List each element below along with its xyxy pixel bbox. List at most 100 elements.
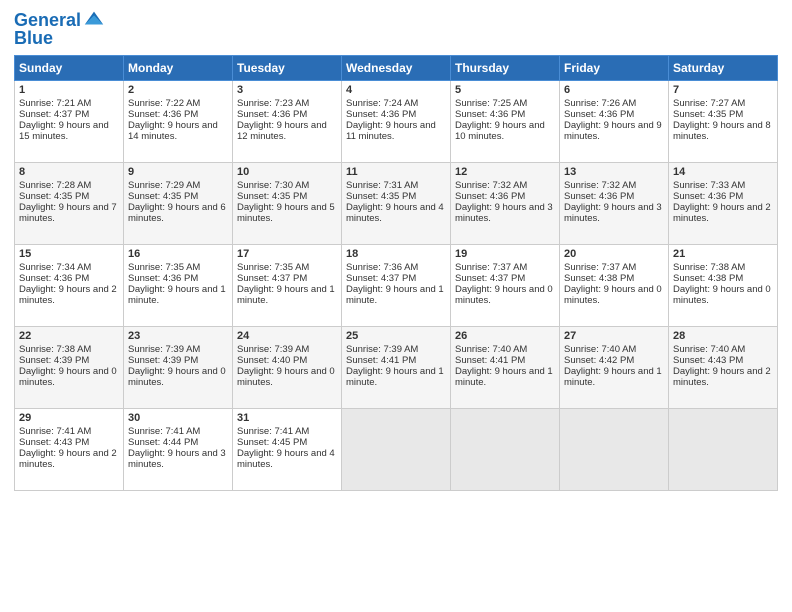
day-number: 16 <box>128 248 228 260</box>
calendar-day-cell: 21 Sunrise: 7:38 AM Sunset: 4:38 PM Dayl… <box>669 245 778 327</box>
sunrise-text: Sunrise: 7:28 AM <box>19 180 91 191</box>
daylight-text: Daylight: 9 hours and 0 minutes. <box>673 284 771 306</box>
day-number: 30 <box>128 412 228 424</box>
calendar-day-cell: 18 Sunrise: 7:36 AM Sunset: 4:37 PM Dayl… <box>342 245 451 327</box>
sunrise-text: Sunrise: 7:38 AM <box>673 262 745 273</box>
daylight-text: Daylight: 9 hours and 6 minutes. <box>128 202 226 224</box>
sunset-text: Sunset: 4:36 PM <box>128 273 198 284</box>
calendar-day-cell: 1 Sunrise: 7:21 AM Sunset: 4:37 PM Dayli… <box>15 81 124 163</box>
daylight-text: Daylight: 9 hours and 1 minute. <box>346 284 444 306</box>
calendar-day-cell: 9 Sunrise: 7:29 AM Sunset: 4:35 PM Dayli… <box>124 163 233 245</box>
calendar-day-cell <box>451 409 560 491</box>
sunrise-text: Sunrise: 7:37 AM <box>455 262 527 273</box>
sunset-text: Sunset: 4:35 PM <box>237 191 307 202</box>
day-of-week-header: Wednesday <box>342 56 451 81</box>
calendar-week-row: 1 Sunrise: 7:21 AM Sunset: 4:37 PM Dayli… <box>15 81 778 163</box>
day-number: 26 <box>455 330 555 342</box>
sunset-text: Sunset: 4:37 PM <box>346 273 416 284</box>
sunrise-text: Sunrise: 7:29 AM <box>128 180 200 191</box>
header-row: SundayMondayTuesdayWednesdayThursdayFrid… <box>15 56 778 81</box>
daylight-text: Daylight: 9 hours and 1 minute. <box>237 284 335 306</box>
sunset-text: Sunset: 4:36 PM <box>237 109 307 120</box>
daylight-text: Daylight: 9 hours and 0 minutes. <box>455 284 553 306</box>
daylight-text: Daylight: 9 hours and 11 minutes. <box>346 120 436 142</box>
sunrise-text: Sunrise: 7:21 AM <box>19 98 91 109</box>
day-of-week-header: Tuesday <box>233 56 342 81</box>
sunrise-text: Sunrise: 7:39 AM <box>237 344 309 355</box>
sunset-text: Sunset: 4:41 PM <box>346 355 416 366</box>
day-number: 23 <box>128 330 228 342</box>
day-of-week-header: Sunday <box>15 56 124 81</box>
calendar-day-cell: 7 Sunrise: 7:27 AM Sunset: 4:35 PM Dayli… <box>669 81 778 163</box>
day-number: 19 <box>455 248 555 260</box>
sunrise-text: Sunrise: 7:22 AM <box>128 98 200 109</box>
calendar-day-cell: 25 Sunrise: 7:39 AM Sunset: 4:41 PM Dayl… <box>342 327 451 409</box>
sunrise-text: Sunrise: 7:35 AM <box>237 262 309 273</box>
day-number: 11 <box>346 166 446 178</box>
calendar-day-cell: 2 Sunrise: 7:22 AM Sunset: 4:36 PM Dayli… <box>124 81 233 163</box>
sunrise-text: Sunrise: 7:25 AM <box>455 98 527 109</box>
daylight-text: Daylight: 9 hours and 2 minutes. <box>19 284 117 306</box>
sunrise-text: Sunrise: 7:39 AM <box>346 344 418 355</box>
sunset-text: Sunset: 4:35 PM <box>673 109 743 120</box>
logo-blue: Blue <box>14 28 105 49</box>
sunset-text: Sunset: 4:38 PM <box>564 273 634 284</box>
calendar-day-cell: 22 Sunrise: 7:38 AM Sunset: 4:39 PM Dayl… <box>15 327 124 409</box>
daylight-text: Daylight: 9 hours and 3 minutes. <box>455 202 553 224</box>
day-number: 27 <box>564 330 664 342</box>
calendar-week-row: 8 Sunrise: 7:28 AM Sunset: 4:35 PM Dayli… <box>15 163 778 245</box>
day-number: 15 <box>19 248 119 260</box>
sunrise-text: Sunrise: 7:33 AM <box>673 180 745 191</box>
day-of-week-header: Thursday <box>451 56 560 81</box>
calendar-week-row: 15 Sunrise: 7:34 AM Sunset: 4:36 PM Dayl… <box>15 245 778 327</box>
day-number: 8 <box>19 166 119 178</box>
calendar-day-cell: 10 Sunrise: 7:30 AM Sunset: 4:35 PM Dayl… <box>233 163 342 245</box>
sunrise-text: Sunrise: 7:40 AM <box>564 344 636 355</box>
daylight-text: Daylight: 9 hours and 12 minutes. <box>237 120 327 142</box>
calendar-day-cell: 24 Sunrise: 7:39 AM Sunset: 4:40 PM Dayl… <box>233 327 342 409</box>
calendar-week-row: 22 Sunrise: 7:38 AM Sunset: 4:39 PM Dayl… <box>15 327 778 409</box>
header: General Blue <box>14 10 778 49</box>
sunset-text: Sunset: 4:45 PM <box>237 437 307 448</box>
daylight-text: Daylight: 9 hours and 0 minutes. <box>128 366 226 388</box>
sunset-text: Sunset: 4:36 PM <box>128 109 198 120</box>
sunset-text: Sunset: 4:42 PM <box>564 355 634 366</box>
daylight-text: Daylight: 9 hours and 0 minutes. <box>237 366 335 388</box>
sunrise-text: Sunrise: 7:23 AM <box>237 98 309 109</box>
calendar-day-cell: 23 Sunrise: 7:39 AM Sunset: 4:39 PM Dayl… <box>124 327 233 409</box>
day-number: 12 <box>455 166 555 178</box>
calendar-table: SundayMondayTuesdayWednesdayThursdayFrid… <box>14 55 778 491</box>
calendar-day-cell: 20 Sunrise: 7:37 AM Sunset: 4:38 PM Dayl… <box>560 245 669 327</box>
calendar-day-cell: 13 Sunrise: 7:32 AM Sunset: 4:36 PM Dayl… <box>560 163 669 245</box>
calendar-day-cell <box>560 409 669 491</box>
day-number: 21 <box>673 248 773 260</box>
sunrise-text: Sunrise: 7:40 AM <box>455 344 527 355</box>
calendar-day-cell: 6 Sunrise: 7:26 AM Sunset: 4:36 PM Dayli… <box>560 81 669 163</box>
sunset-text: Sunset: 4:35 PM <box>128 191 198 202</box>
day-number: 14 <box>673 166 773 178</box>
sunset-text: Sunset: 4:36 PM <box>564 109 634 120</box>
sunset-text: Sunset: 4:36 PM <box>564 191 634 202</box>
calendar-day-cell: 4 Sunrise: 7:24 AM Sunset: 4:36 PM Dayli… <box>342 81 451 163</box>
day-number: 7 <box>673 84 773 96</box>
sunrise-text: Sunrise: 7:40 AM <box>673 344 745 355</box>
calendar-page: General Blue SundayMondayTuesdayWednesda… <box>0 0 792 501</box>
calendar-day-cell: 5 Sunrise: 7:25 AM Sunset: 4:36 PM Dayli… <box>451 81 560 163</box>
sunset-text: Sunset: 4:39 PM <box>19 355 89 366</box>
calendar-day-cell: 3 Sunrise: 7:23 AM Sunset: 4:36 PM Dayli… <box>233 81 342 163</box>
sunset-text: Sunset: 4:36 PM <box>455 191 525 202</box>
day-number: 10 <box>237 166 337 178</box>
logo-icon <box>83 8 105 30</box>
sunset-text: Sunset: 4:35 PM <box>346 191 416 202</box>
day-number: 3 <box>237 84 337 96</box>
sunrise-text: Sunrise: 7:32 AM <box>564 180 636 191</box>
sunset-text: Sunset: 4:44 PM <box>128 437 198 448</box>
day-number: 9 <box>128 166 228 178</box>
daylight-text: Daylight: 9 hours and 15 minutes. <box>19 120 109 142</box>
daylight-text: Daylight: 9 hours and 0 minutes. <box>19 366 117 388</box>
calendar-day-cell <box>342 409 451 491</box>
daylight-text: Daylight: 9 hours and 14 minutes. <box>128 120 218 142</box>
day-number: 28 <box>673 330 773 342</box>
calendar-day-cell: 26 Sunrise: 7:40 AM Sunset: 4:41 PM Dayl… <box>451 327 560 409</box>
calendar-week-row: 29 Sunrise: 7:41 AM Sunset: 4:43 PM Dayl… <box>15 409 778 491</box>
